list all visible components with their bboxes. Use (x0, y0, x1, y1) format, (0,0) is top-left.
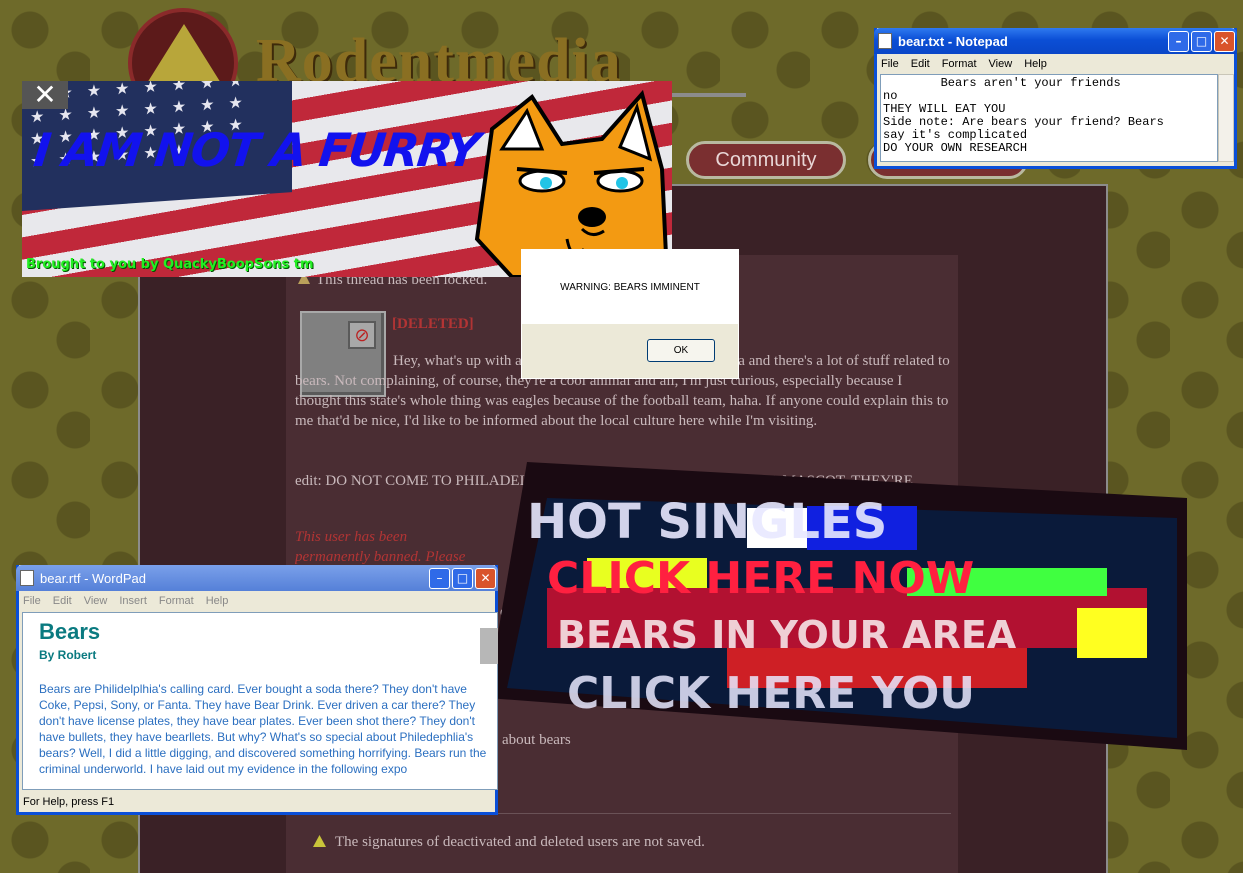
close-icon[interactable]: ✕ (22, 81, 68, 109)
menu-format[interactable]: Format (942, 58, 977, 70)
notepad-title: bear.txt - Notepad (898, 33, 1008, 49)
document-title: Bears (39, 619, 101, 644)
minimize-button[interactable]: – (429, 567, 450, 589)
menu-edit[interactable]: Edit (53, 595, 72, 607)
notepad-text-area[interactable]: Bears aren't your friends no THEY WILL E… (880, 74, 1218, 162)
minimize-button[interactable]: – (1168, 30, 1189, 52)
banner-headline: I AM NOT A FURRY (31, 123, 481, 177)
document-byline: By Robert (39, 648, 97, 662)
signature-notice: The signatures of deactivated and delete… (335, 834, 705, 850)
notepad-title-bar[interactable]: bear.txt - Notepad – □ ✕ (874, 28, 1237, 54)
wordpad-window[interactable]: bear.rtf - WordPad – □ ✕ File Edit View … (16, 565, 498, 815)
glitch-ad-image[interactable]: HOT SINGLES CLICK HERE NOW BEARS IN YOUR… (487, 458, 1193, 750)
wordpad-menubar: File Edit View Insert Format Help (19, 591, 495, 611)
wordpad-title: bear.rtf - WordPad (40, 570, 146, 586)
wordpad-icon (20, 570, 34, 586)
menu-help[interactable]: Help (1024, 58, 1047, 70)
vertical-scrollbar[interactable] (1218, 74, 1234, 162)
notepad-window[interactable]: bear.txt - Notepad – □ ✕ File Edit Forma… (874, 28, 1237, 169)
status-bar: For Help, press F1 (23, 796, 115, 808)
menu-view[interactable]: View (84, 595, 108, 607)
maximize-button[interactable]: □ (1191, 30, 1212, 52)
wordpad-document[interactable]: Bears By Robert Bears are Philidelplhia'… (22, 612, 498, 790)
nav-community-button[interactable]: Community (686, 141, 846, 179)
ok-button[interactable]: OK (647, 339, 715, 362)
glitch-text: CLICK HERE YOU (567, 668, 975, 719)
glitch-text: CLICK HERE NOW (547, 553, 974, 604)
close-button[interactable]: ✕ (1214, 30, 1235, 52)
deleted-user-icon: ⊘ (348, 321, 376, 349)
menu-edit[interactable]: Edit (911, 58, 930, 70)
wordpad-title-bar[interactable]: bear.rtf - WordPad – □ ✕ (16, 565, 498, 591)
banned-notice: This user has been permanently banned. P… (295, 529, 466, 565)
close-button[interactable]: ✕ (475, 567, 496, 589)
menu-insert[interactable]: Insert (119, 595, 147, 607)
glitch-text: BEARS IN YOUR AREA (557, 613, 1017, 657)
document-body: Bears are Philidelplhia's calling card. … (39, 682, 487, 776)
menu-help[interactable]: Help (206, 595, 229, 607)
alert-dialog[interactable]: WARNING: BEARS IMMINENT OK (521, 249, 739, 379)
menu-view[interactable]: View (989, 58, 1013, 70)
scrollbar-thumb[interactable] (480, 628, 498, 664)
maximize-button[interactable]: □ (452, 567, 473, 589)
menu-format[interactable]: Format (159, 595, 194, 607)
banner-ad[interactable]: ★★★★★★★★★★★★★★★★★★★★★★★★★★★★★★ ✕ I AM NO… (22, 81, 672, 277)
alert-message: WARNING: BEARS IMMINENT (560, 282, 700, 293)
banner-credit: Brought to you by QuackyBoopSons tm (26, 257, 314, 272)
glitch-text: HOT SINGLES (527, 494, 887, 550)
menu-file[interactable]: File (881, 58, 899, 70)
menu-file[interactable]: File (23, 595, 41, 607)
post-author[interactable]: [DELETED] (392, 316, 474, 333)
notepad-icon (878, 33, 892, 49)
notepad-menubar: File Edit Format View Help (877, 54, 1234, 74)
